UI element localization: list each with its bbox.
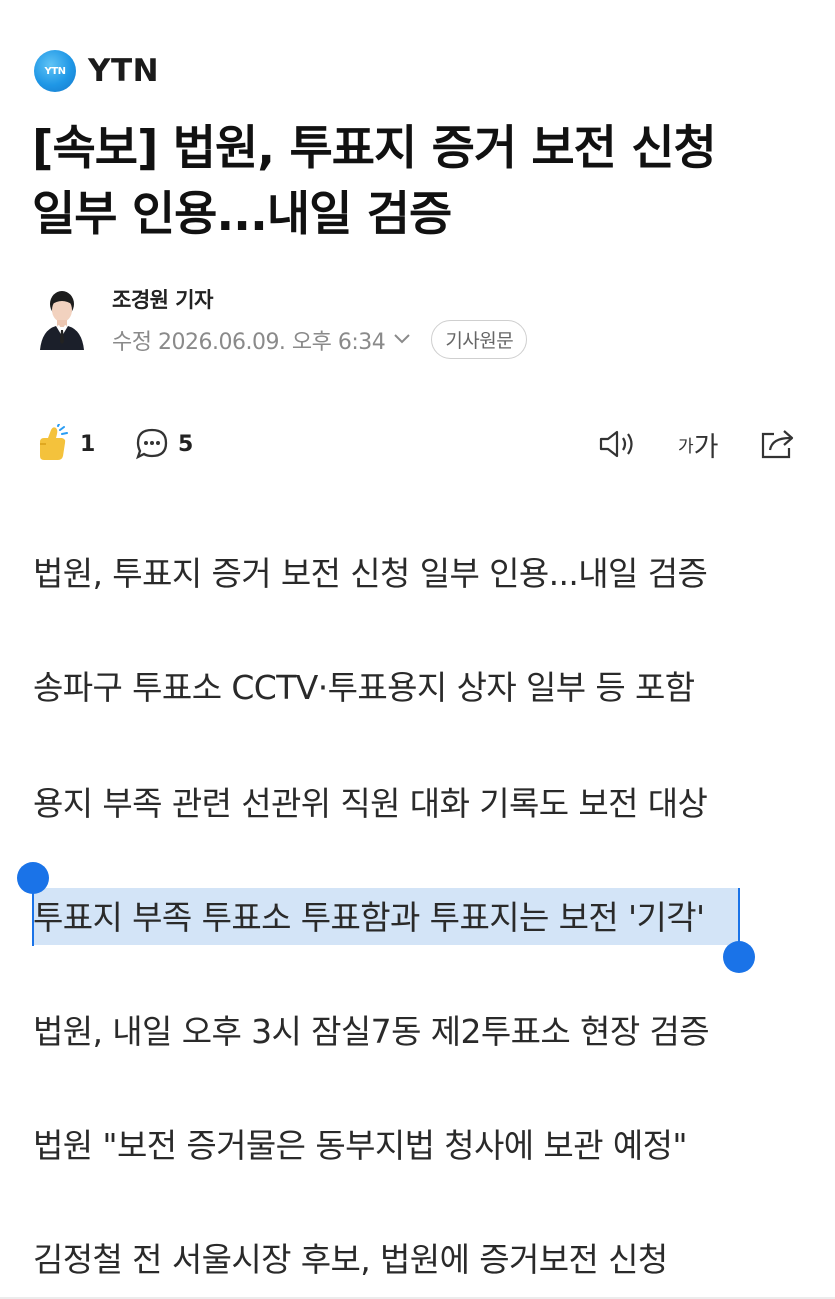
press-name[interactable]: YTN (88, 53, 159, 89)
article-meta: 수정 2026.06.09. 오후 6:34 기사원문 (112, 320, 528, 359)
font-size-button[interactable]: 가 가 (678, 420, 718, 468)
chevron-down-icon[interactable] (393, 330, 411, 349)
share-button[interactable] (758, 420, 798, 468)
like-count: 1 (80, 431, 96, 457)
share-icon (761, 430, 794, 459)
press-header[interactable]: YTN YTN (34, 50, 159, 92)
speaker-icon (599, 430, 633, 458)
original-article-button[interactable]: 기사원문 (431, 320, 528, 359)
summary-line-selected[interactable]: 투표지 부족 투표소 투표함과 투표지는 보전 '기각' (33, 888, 705, 948)
summary-line[interactable]: 법원, 내일 오후 3시 잠실7동 제2투표소 현장 검증 (33, 1002, 710, 1062)
press-logo[interactable]: YTN (34, 50, 76, 92)
summary-line[interactable]: 법원 "보전 증거물은 동부지법 청사에 보관 예정" (33, 1116, 688, 1176)
reporter-avatar[interactable] (38, 286, 86, 350)
article-timestamp[interactable]: 수정 2026.06.09. 오후 6:34 (112, 324, 386, 356)
summary-line[interactable]: 용지 부족 관련 선관위 직원 대화 기록도 보전 대상 (33, 774, 708, 834)
comment-icon (136, 428, 168, 460)
summary-line[interactable]: 김정철 전 서울시장 후보, 법원에 증거보전 신청 (33, 1230, 668, 1290)
font-large-label: 가 (693, 431, 719, 463)
like-button[interactable]: 1 (34, 420, 95, 468)
font-small-label: 가 (678, 436, 694, 457)
comment-count: 5 (178, 431, 194, 457)
listen-button[interactable] (596, 420, 638, 468)
selection-start-handle[interactable] (17, 862, 49, 894)
action-bar: 1 5 가 가 (34, 420, 804, 468)
summary-line[interactable]: 법원, 투표지 증거 보전 신청 일부 인용...내일 검증 (33, 544, 708, 604)
article-headline: [속보] 법원, 투표지 증거 보전 신청 일부 인용...내일 검증 (32, 121, 717, 242)
selection-end-handle[interactable] (723, 941, 755, 973)
summary-line[interactable]: 송파구 투표소 CCTV·투표용지 상자 일부 등 포함 (33, 658, 695, 718)
byline: 조경원 기자 수정 2026.06.09. 오후 6:34 기사원문 (38, 284, 598, 359)
thumbs-up-icon (40, 424, 68, 460)
comment-button[interactable]: 5 (134, 420, 193, 468)
reporter-name[interactable]: 조경원 기자 (112, 284, 213, 314)
